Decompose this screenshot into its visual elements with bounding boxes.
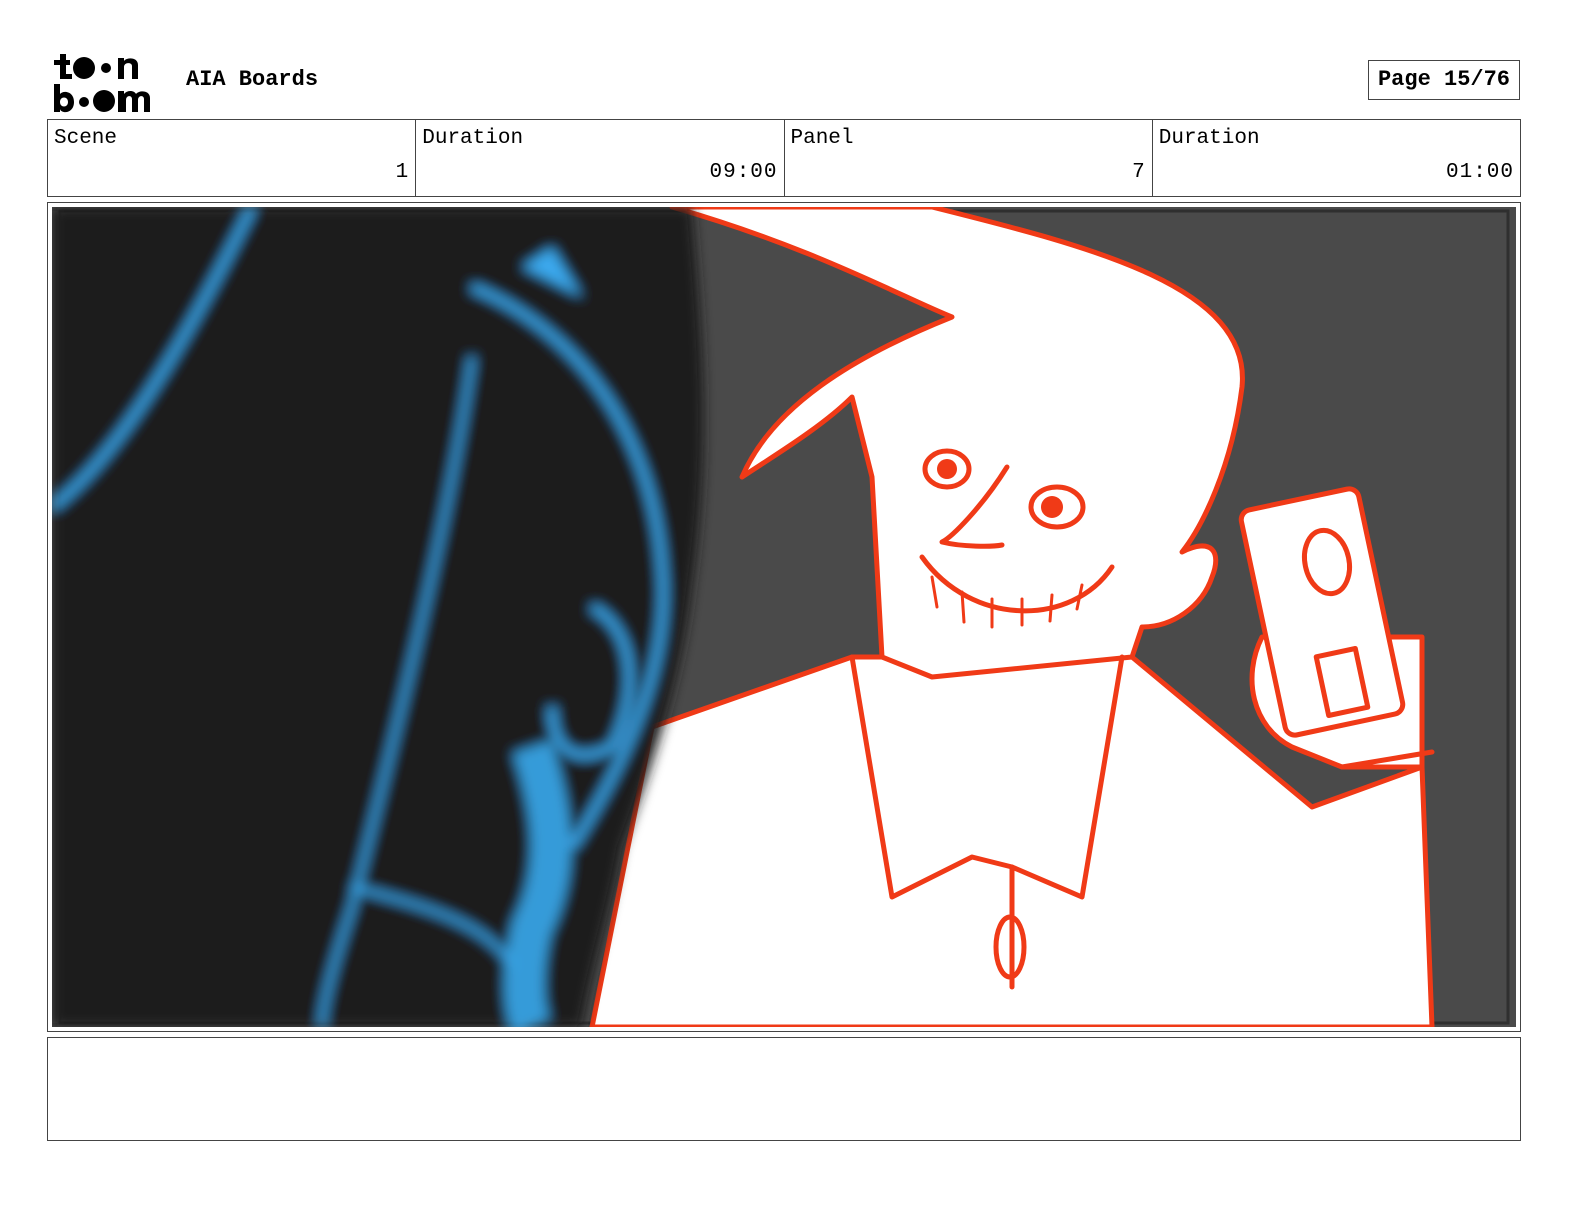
panel-label: Panel xyxy=(790,127,854,150)
scene-label: Scene xyxy=(54,127,118,150)
panel-info-table: Scene 1 Duration 09:00 Panel 7 Duration … xyxy=(47,119,1521,197)
storyboard-panel xyxy=(47,202,1521,1032)
toon-boom-logo xyxy=(54,54,150,113)
panel-duration-value: 01:00 xyxy=(1445,161,1514,184)
panel-drawing xyxy=(52,207,1516,1027)
scene-duration-label: Duration xyxy=(422,127,524,150)
project-title: AIA Boards xyxy=(186,67,319,92)
panel-duration-label: Duration xyxy=(1158,127,1260,150)
foreground-figure xyxy=(52,207,704,1027)
panel-cell: Panel 7 xyxy=(785,120,1153,196)
scene-duration-cell: Duration 09:00 xyxy=(416,120,785,196)
panel-duration-cell: Duration 01:00 xyxy=(1153,120,1520,196)
scene-duration-value: 09:00 xyxy=(709,161,778,184)
panel-value: 7 xyxy=(1132,161,1146,184)
scene-value: 1 xyxy=(395,161,410,184)
scene-cell: Scene 1 xyxy=(48,120,417,196)
panel-caption xyxy=(47,1037,1521,1141)
page-indicator: Page 15/76 xyxy=(1368,60,1520,100)
